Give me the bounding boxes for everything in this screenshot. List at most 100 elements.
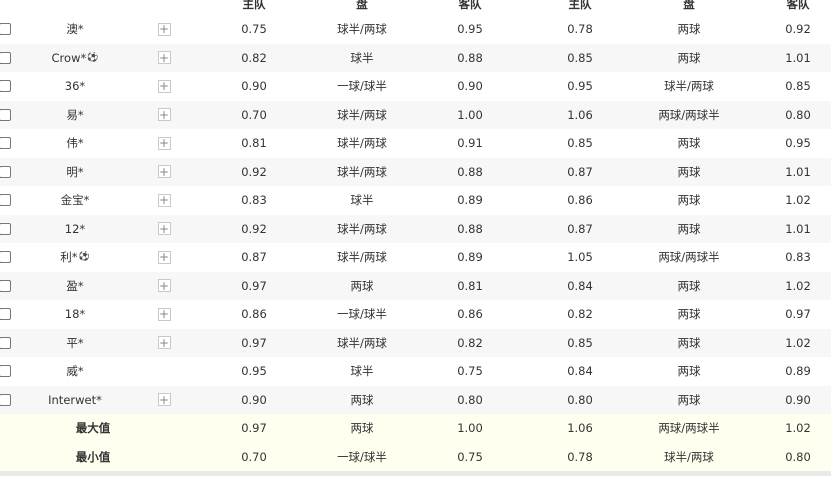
row-select-checkbox[interactable] [0, 80, 11, 93]
expand-button[interactable]: + [154, 329, 174, 358]
row-select-checkbox[interactable] [0, 251, 11, 264]
plus-icon[interactable]: + [157, 307, 171, 321]
expand-button[interactable]: + [154, 243, 174, 272]
home-odds-live: 0.84 [567, 364, 593, 379]
plus-icon[interactable]: + [157, 222, 171, 236]
handicap-initial: 球半/两球 [337, 335, 387, 350]
home-odds-live: 0.87 [567, 164, 593, 179]
home-odds-initial: 0.70 [241, 107, 267, 122]
expand-button[interactable]: + [154, 101, 174, 130]
stat-label: 最大值 [75, 421, 111, 436]
min-row: 最小值 0.70 一球/球半 0.75 0.78 球半/两球 0.80 [0, 442, 831, 471]
home-odds-initial: 0.97 [241, 335, 267, 350]
expand-button[interactable]: + [154, 186, 174, 215]
expand-button[interactable]: + [154, 386, 174, 415]
table-row: 36* +0.90 一球/球半 0.90 0.95 球半/两球 0.85 [0, 72, 831, 101]
away-odds-live: 0.97 [785, 307, 811, 322]
handicap-initial: 球半/两球 [337, 136, 387, 151]
table-row: 盈* +0.97 两球 0.81 0.84 两球 1.02 [0, 271, 831, 301]
plus-icon[interactable]: + [157, 22, 171, 36]
expand-button[interactable]: + [154, 272, 174, 301]
handicap-live: 两球 [677, 193, 701, 208]
expand-button[interactable]: + [154, 215, 174, 244]
company-label: 12* [64, 221, 86, 236]
expand-button[interactable]: + [154, 44, 174, 73]
away-odds-live: 0.95 [785, 136, 811, 151]
expand-button[interactable]: + [154, 300, 174, 329]
row-select-checkbox[interactable] [0, 336, 11, 349]
stat-label: 最小值 [75, 449, 111, 464]
table-footer-bar [0, 471, 831, 476]
plus-icon[interactable]: + [157, 136, 171, 150]
company-label: 伟* [66, 136, 84, 151]
company-name: 18* [30, 300, 120, 329]
home-odds-live: 0.86 [567, 193, 593, 208]
plus-icon[interactable]: + [157, 79, 171, 93]
row-select-checkbox[interactable] [0, 393, 11, 406]
handicap-initial: 球半/两球 [337, 22, 387, 37]
home-odds-live: 0.85 [567, 136, 593, 151]
away-odds-live: 0.90 [785, 392, 811, 407]
table-row: 平* +0.97 球半/两球 0.82 0.85 两球 1.02 [0, 328, 831, 358]
handicap-live: 两球 [677, 136, 701, 151]
home-odds-live: 0.82 [567, 307, 593, 322]
handicap-live: 两球 [677, 392, 701, 407]
handicap-initial: 两球 [350, 278, 374, 293]
handicap-live: 两球/两球半 [658, 107, 720, 122]
soccer-ball-icon: ⚽ [78, 252, 90, 263]
expand-button[interactable]: + [154, 129, 174, 158]
away-odds-initial: 0.88 [457, 164, 483, 179]
plus-icon[interactable]: + [157, 393, 171, 407]
company-name: 12* [30, 215, 120, 244]
plus-icon[interactable]: + [157, 336, 171, 350]
row-select-checkbox[interactable] [0, 222, 11, 235]
expand-button[interactable]: + [154, 72, 174, 101]
row-select-checkbox[interactable] [0, 165, 11, 178]
company-label: 18* [64, 307, 86, 322]
away-odds-initial: 0.88 [457, 50, 483, 65]
plus-icon[interactable]: + [157, 279, 171, 293]
handicap-live: 两球 [677, 307, 701, 322]
home-odds-initial: 0.90 [241, 392, 267, 407]
row-select-checkbox[interactable] [0, 308, 11, 321]
handicap-initial: 两球 [350, 392, 374, 407]
company-label: 盈* [66, 278, 84, 293]
max-row: 最大值 0.97 两球 1.00 1.06 两球/两球半 1.02 [0, 414, 831, 443]
table-row: 澳* +0.75 球半/两球 0.95 0.78 两球 0.92 [0, 15, 831, 44]
row-select-checkbox[interactable] [0, 23, 11, 36]
handicap-live: 两球 [677, 278, 701, 293]
table-row: Interwet* +0.90 两球 0.80 0.80 两球 0.90 [0, 385, 831, 415]
home-odds-initial: 0.81 [241, 136, 267, 151]
expand-button[interactable]: + [154, 158, 174, 187]
home-odds-initial: 0.97 [241, 278, 267, 293]
away-odds-initial: 0.89 [457, 250, 483, 265]
company-label: 金宝* [60, 193, 90, 208]
home-odds-initial: 0.86 [241, 307, 267, 322]
row-select-checkbox[interactable] [0, 279, 11, 292]
header-away-live: 客队 [786, 0, 810, 11]
company-name: 利* ⚽ [30, 243, 120, 272]
plus-icon[interactable]: + [157, 108, 171, 122]
home-odds-initial: 0.87 [241, 250, 267, 265]
row-select-checkbox[interactable] [0, 194, 11, 207]
company-label: 平* [66, 335, 84, 350]
handicap-live: 两球 [677, 50, 701, 65]
row-select-checkbox[interactable] [0, 365, 11, 378]
plus-icon[interactable]: + [157, 193, 171, 207]
plus-icon[interactable]: + [157, 165, 171, 179]
away-odds-live: 0.85 [785, 79, 811, 94]
home-odds-live: 0.84 [567, 278, 593, 293]
away-odds-initial: 0.82 [457, 335, 483, 350]
away-odds-initial: 0.88 [457, 221, 483, 236]
company-name: 威* [30, 357, 120, 386]
plus-icon[interactable]: + [157, 51, 171, 65]
row-select-checkbox[interactable] [0, 137, 11, 150]
stat-handicap-initial: 两球 [350, 421, 374, 436]
expand-button[interactable]: + [154, 15, 174, 44]
stat-away-odds-live: 0.80 [785, 449, 811, 464]
plus-icon[interactable]: + [157, 250, 171, 264]
row-select-checkbox[interactable] [0, 51, 11, 64]
handicap-initial: 球半/两球 [337, 250, 387, 265]
company-label: 36* [64, 79, 86, 94]
row-select-checkbox[interactable] [0, 108, 11, 121]
